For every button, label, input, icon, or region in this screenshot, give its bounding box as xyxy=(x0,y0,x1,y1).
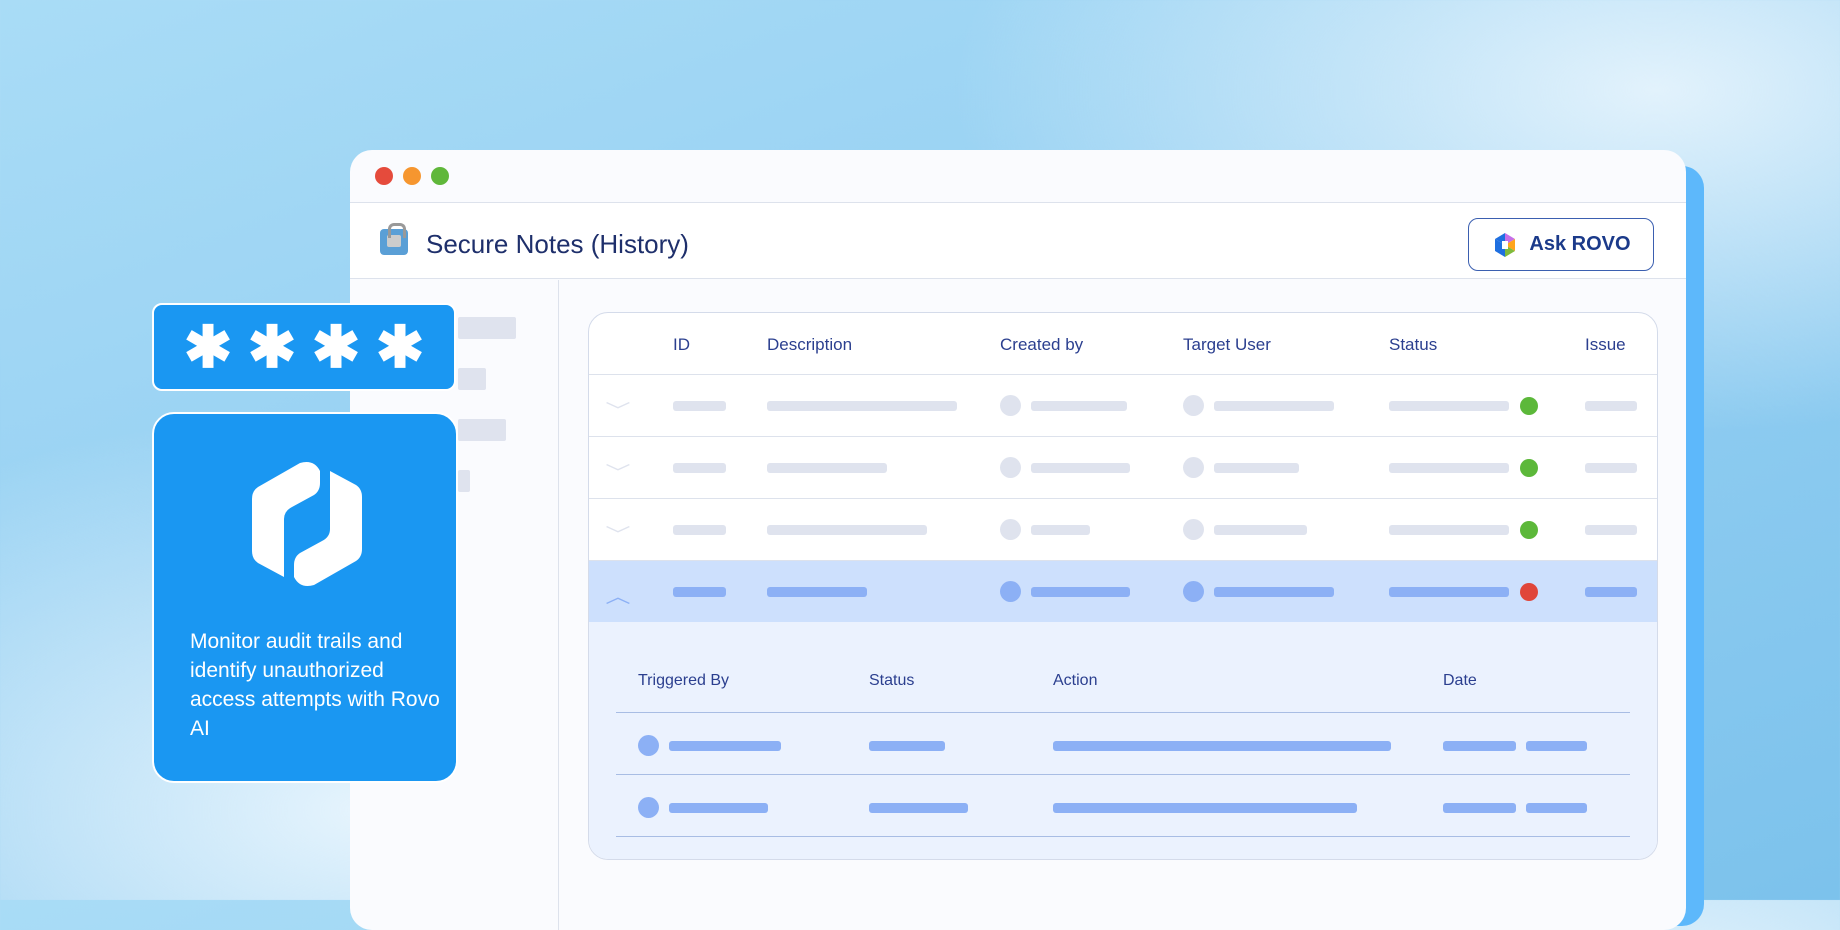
text-placeholder xyxy=(1526,741,1587,751)
chevron-up-icon[interactable]: ︿ xyxy=(605,583,630,609)
avatar xyxy=(638,735,659,756)
status-placeholder xyxy=(1389,463,1509,473)
description-placeholder xyxy=(767,587,867,597)
ask-rovo-button[interactable]: Ask ROVO xyxy=(1468,218,1654,271)
creator-avatar xyxy=(1000,457,1021,478)
ask-rovo-label: Ask ROVO xyxy=(1529,233,1631,255)
chevron-down-icon[interactable]: ﹀ xyxy=(605,521,630,547)
description-placeholder xyxy=(767,525,927,535)
status-dot xyxy=(1520,583,1538,601)
id-placeholder xyxy=(673,401,726,411)
status-dot xyxy=(1520,397,1538,415)
id-placeholder xyxy=(673,463,726,473)
asterisk-icon: ✱ xyxy=(375,315,425,380)
avatar xyxy=(638,797,659,818)
history-table: ID Description Created by Target User St… xyxy=(588,312,1658,860)
creator-placeholder xyxy=(1031,587,1130,597)
description-placeholder xyxy=(767,401,957,411)
sidebar-item-placeholder[interactable] xyxy=(458,368,486,390)
target-user-placeholder xyxy=(1214,401,1334,411)
column-header-created-by[interactable]: Created by xyxy=(1000,335,1083,355)
detail-header-date: Date xyxy=(1443,672,1477,689)
creator-placeholder xyxy=(1031,463,1130,473)
creator-avatar xyxy=(1000,395,1021,416)
column-header-status[interactable]: Status xyxy=(1389,335,1437,355)
rovo-logo-icon xyxy=(252,462,362,586)
asterisk-icon: ✱ xyxy=(247,315,297,380)
text-placeholder xyxy=(1443,803,1516,813)
issue-placeholder xyxy=(1585,463,1637,473)
status-placeholder xyxy=(1389,401,1509,411)
detail-header-triggered-by: Triggered By xyxy=(638,672,729,689)
column-header-description[interactable]: Description xyxy=(767,335,852,355)
target-user-avatar xyxy=(1183,457,1204,478)
description-placeholder xyxy=(767,463,887,473)
text-placeholder xyxy=(869,741,945,751)
column-header-id[interactable]: ID xyxy=(673,335,690,355)
minimize-window-button[interactable] xyxy=(403,167,421,185)
table-row[interactable]: ︿ xyxy=(589,560,1657,622)
target-user-placeholder xyxy=(1214,587,1334,597)
status-placeholder xyxy=(1389,525,1509,535)
chevron-down-icon[interactable]: ﹀ xyxy=(605,397,630,423)
close-window-button[interactable] xyxy=(375,167,393,185)
divider xyxy=(616,836,1630,837)
title-bar xyxy=(350,150,1686,203)
sidebar-item-placeholder[interactable] xyxy=(458,470,470,492)
target-user-avatar xyxy=(1183,581,1204,602)
status-dot xyxy=(1520,521,1538,539)
text-placeholder xyxy=(669,741,781,751)
text-placeholder xyxy=(1443,741,1516,751)
text-placeholder xyxy=(1053,803,1357,813)
expanded-row-details: Triggered By Status Action Date xyxy=(589,622,1657,859)
app-window: Secure Notes (History) Ask ROVO ID Descr… xyxy=(350,150,1686,930)
detail-header-action: Action xyxy=(1053,672,1098,689)
page-title: Secure Notes (History) xyxy=(426,229,689,259)
id-placeholder xyxy=(673,525,726,535)
creator-placeholder xyxy=(1031,401,1127,411)
column-header-target-user[interactable]: Target User xyxy=(1183,335,1271,355)
target-user-placeholder xyxy=(1214,525,1307,535)
chevron-down-icon[interactable]: ﹀ xyxy=(605,459,630,485)
table-row[interactable]: ﹀ xyxy=(589,436,1657,498)
text-placeholder xyxy=(1053,741,1391,751)
target-user-placeholder xyxy=(1214,463,1299,473)
divider xyxy=(616,774,1630,775)
target-user-avatar xyxy=(1183,519,1204,540)
rovo-logo-icon xyxy=(1495,232,1516,257)
table-row[interactable]: ﹀ xyxy=(589,374,1657,436)
sidebar-item-placeholder[interactable] xyxy=(458,317,516,339)
password-mask-card: ✱ ✱ ✱ ✱ xyxy=(152,303,456,391)
asterisk-icon: ✱ xyxy=(311,315,361,380)
detail-header-status: Status xyxy=(869,672,915,689)
issue-placeholder xyxy=(1585,587,1637,597)
issue-placeholder xyxy=(1585,401,1637,411)
secure-notes-lock-icon xyxy=(380,223,408,255)
text-placeholder xyxy=(669,803,768,813)
text-placeholder xyxy=(869,803,968,813)
text-placeholder xyxy=(1526,803,1587,813)
creator-placeholder xyxy=(1031,525,1090,535)
divider xyxy=(616,712,1630,713)
status-dot xyxy=(1520,459,1538,477)
table-row[interactable]: ﹀ xyxy=(589,498,1657,560)
app-header: Secure Notes (History) Ask ROVO xyxy=(350,203,1686,279)
sidebar-item-placeholder[interactable] xyxy=(458,419,506,441)
rovo-info-card: Monitor audit trails and identify unauth… xyxy=(152,412,458,783)
creator-avatar xyxy=(1000,581,1021,602)
creator-avatar xyxy=(1000,519,1021,540)
issue-placeholder xyxy=(1585,525,1637,535)
maximize-window-button[interactable] xyxy=(431,167,449,185)
status-placeholder xyxy=(1389,587,1509,597)
asterisk-icon: ✱ xyxy=(183,315,233,380)
id-placeholder xyxy=(673,587,726,597)
column-header-issue[interactable]: Issue xyxy=(1585,335,1626,355)
target-user-avatar xyxy=(1183,395,1204,416)
info-card-text: Monitor audit trails and identify unauth… xyxy=(190,630,440,740)
